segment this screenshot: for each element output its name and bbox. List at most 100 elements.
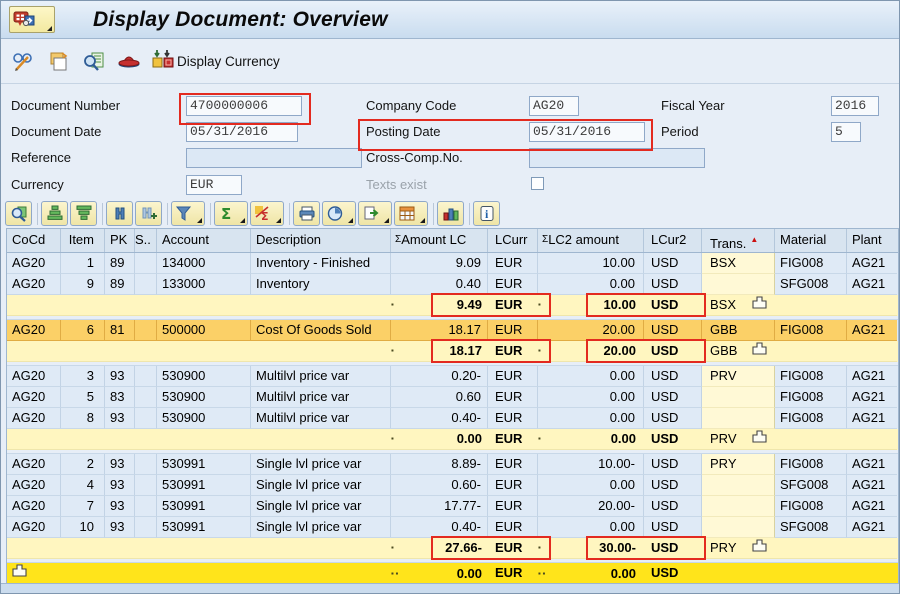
cell-s[interactable] bbox=[135, 387, 157, 408]
cell-account[interactable]: 133000 bbox=[157, 274, 251, 295]
choose-layout-button[interactable] bbox=[394, 201, 428, 226]
cell-lcurr[interactable]: EUR bbox=[488, 408, 538, 429]
cell-lcurr[interactable]: EUR bbox=[488, 274, 538, 295]
cell-pk[interactable]: 83 bbox=[105, 387, 135, 408]
info-button[interactable]: i bbox=[473, 201, 500, 226]
cell-s[interactable] bbox=[135, 517, 157, 538]
cell-material[interactable]: FIG008 bbox=[775, 253, 847, 274]
column-header-account[interactable]: Account bbox=[157, 229, 251, 252]
cell-lc2[interactable]: 0.00 bbox=[538, 517, 644, 538]
cell-cocd[interactable]: AG20 bbox=[7, 387, 61, 408]
cell-cocd[interactable]: AG20 bbox=[7, 475, 61, 496]
cell-desc[interactable]: Single lvl price var bbox=[251, 475, 391, 496]
cell-desc[interactable]: Inventory - Finished bbox=[251, 253, 391, 274]
cell-lcur2[interactable]: USD bbox=[644, 408, 702, 429]
cell-lc2[interactable]: 20.00 bbox=[538, 320, 644, 341]
cell-trans[interactable] bbox=[702, 517, 775, 538]
cell-desc[interactable]: Single lvl price var bbox=[251, 454, 391, 475]
table-row-selected[interactable]: AG20681500000Cost Of Goods Sold18.17EUR2… bbox=[7, 320, 898, 341]
cell-item[interactable]: 5 bbox=[61, 387, 105, 408]
cell-lc2[interactable]: 0.00 bbox=[538, 274, 644, 295]
table-row[interactable]: AG20793530991Single lvl price var17.77-E… bbox=[7, 496, 898, 517]
document-date-field[interactable]: 05/31/2016 bbox=[186, 122, 298, 142]
export-button[interactable] bbox=[358, 201, 392, 226]
cell-account[interactable]: 530991 bbox=[157, 496, 251, 517]
cell-pk[interactable]: 81 bbox=[105, 320, 135, 341]
document-number-field[interactable]: 4700000006 bbox=[186, 96, 302, 116]
cell-trans[interactable] bbox=[702, 387, 775, 408]
cell-lcurr[interactable]: EUR bbox=[488, 475, 538, 496]
cell-pk[interactable]: 93 bbox=[105, 366, 135, 387]
cell-pk[interactable]: 93 bbox=[105, 454, 135, 475]
cell-lc[interactable]: 0.20- bbox=[391, 366, 488, 387]
column-header-material[interactable]: Material bbox=[775, 229, 847, 252]
cell-material[interactable]: FIG008 bbox=[775, 454, 847, 475]
cell-lc[interactable]: 0.60- bbox=[391, 475, 488, 496]
find-next-button[interactable] bbox=[135, 201, 162, 226]
column-header-desc[interactable]: Description bbox=[251, 229, 391, 252]
views-button[interactable] bbox=[322, 201, 356, 226]
cell-account[interactable]: 530991 bbox=[157, 475, 251, 496]
cell-cocd[interactable]: AG20 bbox=[7, 496, 61, 517]
cell-pk[interactable]: 93 bbox=[105, 475, 135, 496]
column-header-item[interactable]: Item bbox=[61, 229, 105, 252]
cell-desc[interactable]: Inventory bbox=[251, 274, 391, 295]
cell-item[interactable]: 1 bbox=[61, 253, 105, 274]
cell-item[interactable]: 10 bbox=[61, 517, 105, 538]
graphic-button[interactable] bbox=[437, 201, 464, 226]
cell-s[interactable] bbox=[135, 496, 157, 517]
filter-button[interactable] bbox=[171, 201, 205, 226]
cell-lc2[interactable]: 0.00 bbox=[538, 366, 644, 387]
fiscal-year-field[interactable]: 2016 bbox=[831, 96, 879, 116]
cell-lcur2[interactable]: USD bbox=[644, 366, 702, 387]
cell-material[interactable]: SFG008 bbox=[775, 517, 847, 538]
company-code-field[interactable]: AG20 bbox=[529, 96, 579, 116]
cell-lc[interactable]: 18.17 bbox=[391, 320, 488, 341]
cell-lc2[interactable]: 0.00 bbox=[538, 475, 644, 496]
cell-plant[interactable]: AG21 bbox=[847, 366, 897, 387]
cell-plant[interactable]: AG21 bbox=[847, 387, 897, 408]
cell-s[interactable] bbox=[135, 454, 157, 475]
cell-material[interactable]: FIG008 bbox=[775, 496, 847, 517]
cell-plant[interactable]: AG21 bbox=[847, 274, 897, 295]
cell-lcur2[interactable]: USD bbox=[644, 475, 702, 496]
cell-trans[interactable] bbox=[702, 496, 775, 517]
cell-account[interactable]: 530991 bbox=[157, 454, 251, 475]
cell-account[interactable]: 500000 bbox=[157, 320, 251, 341]
cell-lcurr[interactable]: EUR bbox=[488, 496, 538, 517]
cell-plant[interactable]: AG21 bbox=[847, 408, 897, 429]
period-field[interactable]: 5 bbox=[831, 122, 861, 142]
cell-pk[interactable]: 89 bbox=[105, 253, 135, 274]
cell-material[interactable]: FIG008 bbox=[775, 408, 847, 429]
sort-descending-button[interactable] bbox=[70, 201, 97, 226]
cell-lc2[interactable]: 10.00- bbox=[538, 454, 644, 475]
table-row[interactable]: AG20189134000Inventory - Finished9.09EUR… bbox=[7, 253, 898, 274]
cell-desc[interactable]: Multilvl price var bbox=[251, 387, 391, 408]
cell-account[interactable]: 134000 bbox=[157, 253, 251, 274]
cell-lc[interactable]: 17.77- bbox=[391, 496, 488, 517]
cell-lc2[interactable]: 10.00 bbox=[538, 253, 644, 274]
cell-lc[interactable]: 0.40- bbox=[391, 517, 488, 538]
column-header-pk[interactable]: PK bbox=[105, 229, 135, 252]
cell-lcur2[interactable]: USD bbox=[644, 454, 702, 475]
subtotal-button[interactable]: Σ bbox=[250, 201, 284, 226]
cell-trans[interactable] bbox=[702, 408, 775, 429]
cell-trans[interactable]: BSX bbox=[702, 253, 775, 274]
cell-plant[interactable]: AG21 bbox=[847, 475, 897, 496]
table-row[interactable]: AG20393530900Multilvl price var0.20-EUR0… bbox=[7, 366, 898, 387]
column-header-lcur2[interactable]: LCur2 bbox=[644, 229, 702, 252]
cell-account[interactable]: 530900 bbox=[157, 408, 251, 429]
cell-desc[interactable]: Multilvl price var bbox=[251, 366, 391, 387]
cell-lc2[interactable]: 20.00- bbox=[538, 496, 644, 517]
cell-lcurr[interactable]: EUR bbox=[488, 320, 538, 341]
cell-item[interactable]: 6 bbox=[61, 320, 105, 341]
cell-lcur2[interactable]: USD bbox=[644, 320, 702, 341]
cell-cocd[interactable]: AG20 bbox=[7, 253, 61, 274]
find-document-icon[interactable] bbox=[81, 48, 107, 74]
column-header-lc[interactable]: ΣAmount LC bbox=[391, 229, 488, 252]
cell-s[interactable] bbox=[135, 320, 157, 341]
column-header-plant[interactable]: Plant bbox=[847, 229, 897, 252]
cell-plant[interactable]: AG21 bbox=[847, 517, 897, 538]
display-currency-button[interactable]: Display Currency bbox=[151, 48, 280, 75]
table-row[interactable]: AG20583530900Multilvl price var0.60EUR0.… bbox=[7, 387, 898, 408]
